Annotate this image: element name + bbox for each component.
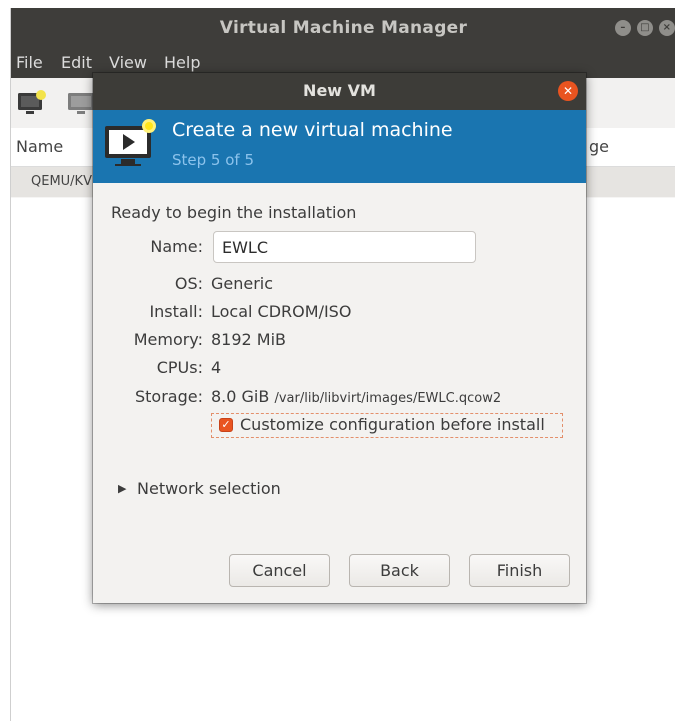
dialog-content: Ready to begin the installation Name: EW…	[93, 183, 586, 603]
customize-checkbox[interactable]: ✓ Customize configuration before install	[211, 413, 563, 438]
customize-label: Customize configuration before install	[240, 415, 545, 434]
close-icon[interactable]: ✕	[558, 81, 578, 101]
new-vm-dialog: New VM ✕ Create a new virtual machine St…	[93, 73, 586, 603]
storage-size: 8.0 GiB	[211, 387, 270, 406]
cpus-value: 4	[211, 358, 222, 377]
menu-edit[interactable]: Edit	[61, 53, 92, 72]
storage-label: Storage:	[135, 387, 203, 406]
menu-file[interactable]: File	[16, 53, 43, 72]
network-selection-label: Network selection	[137, 479, 281, 498]
column-name[interactable]: Name	[16, 137, 63, 156]
cancel-button[interactable]: Cancel	[229, 554, 330, 587]
main-window-title: Virtual Machine Manager	[219, 18, 468, 38]
new-vm-icon[interactable]	[17, 90, 47, 120]
storage-path: /var/lib/libvirt/images/EWLC.qcow2	[274, 391, 502, 406]
name-field-value: EWLC	[222, 238, 269, 257]
connection-label: QEMU/KV	[31, 174, 92, 189]
minimize-icon[interactable]: –	[615, 20, 631, 36]
menu-view[interactable]: View	[109, 53, 147, 72]
back-button[interactable]: Back	[349, 554, 450, 587]
check-icon[interactable]: ✓	[219, 418, 233, 432]
os-label: OS:	[174, 274, 203, 293]
memory-label: Memory:	[133, 330, 203, 349]
menu-help[interactable]: Help	[164, 53, 200, 72]
dialog-titlebar: New VM ✕	[93, 73, 586, 110]
column-usage[interactable]: ge	[589, 137, 609, 156]
name-field[interactable]: EWLC	[213, 231, 476, 263]
cpus-label: CPUs:	[156, 358, 203, 377]
install-value: Local CDROM/ISO	[211, 302, 352, 321]
monitor-sparkle-icon	[103, 118, 161, 172]
ready-text: Ready to begin the installation	[111, 203, 357, 222]
expander-arrow-icon: ▶	[118, 482, 127, 495]
install-label: Install:	[149, 302, 203, 321]
memory-value: 8192 MiB	[211, 330, 287, 349]
main-titlebar: Virtual Machine Manager – □ ×	[11, 8, 675, 48]
wizard-banner: Create a new virtual machine Step 5 of 5	[93, 110, 586, 183]
storage-value: 8.0 GiB /var/lib/libvirt/images/EWLC.qco…	[211, 387, 501, 406]
os-value: Generic	[211, 274, 274, 293]
wizard-title: Create a new virtual machine	[172, 119, 453, 141]
maximize-icon[interactable]: □	[637, 20, 653, 36]
name-label: Name:	[150, 237, 203, 256]
wizard-step: Step 5 of 5	[172, 151, 255, 169]
close-window-icon[interactable]: ×	[659, 20, 675, 36]
dialog-title: New VM	[303, 81, 376, 100]
finish-button[interactable]: Finish	[469, 554, 570, 587]
